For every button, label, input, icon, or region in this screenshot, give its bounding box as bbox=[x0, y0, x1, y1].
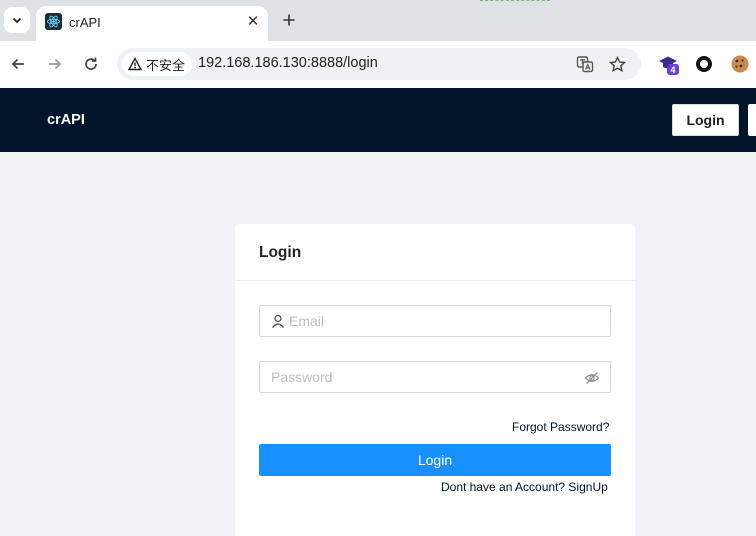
security-label: 不安全 bbox=[146, 57, 186, 73]
login-card: Login Forgot Password? Login Dont have a… bbox=[235, 224, 635, 536]
browser-tab[interactable]: crAPI ✕ bbox=[36, 6, 268, 41]
react-icon bbox=[45, 13, 62, 30]
login-submit-button[interactable]: Login bbox=[259, 444, 611, 476]
tab-search-button[interactable] bbox=[4, 7, 30, 33]
extension-ring-icon[interactable] bbox=[693, 53, 715, 75]
card-title: Login bbox=[259, 244, 302, 261]
warning-icon bbox=[128, 57, 142, 71]
user-icon bbox=[272, 314, 284, 328]
email-input[interactable] bbox=[289, 306, 604, 336]
tabstrip-decoration bbox=[480, 0, 550, 4]
navbar-signup-button[interactable] bbox=[748, 104, 756, 136]
address-bar[interactable]: 不安全 192.168.186.130:8888/login bbox=[117, 48, 641, 80]
email-field[interactable] bbox=[259, 305, 611, 337]
brand-logo[interactable]: crAPI bbox=[47, 112, 85, 128]
plus-icon bbox=[283, 14, 295, 26]
password-field[interactable] bbox=[259, 361, 611, 393]
arrow-right-icon bbox=[49, 58, 62, 70]
forgot-password-link[interactable]: Forgot Password? bbox=[512, 420, 609, 434]
bookmark-star-icon[interactable] bbox=[607, 54, 627, 74]
arrow-left-icon bbox=[11, 58, 24, 70]
tab-title: crAPI bbox=[69, 15, 101, 30]
extension-graduation-cap-icon[interactable]: 4 bbox=[658, 53, 680, 75]
signup-link[interactable]: Dont have an Account? SignUp bbox=[441, 480, 608, 494]
reload-button[interactable] bbox=[80, 53, 102, 75]
reload-icon bbox=[85, 57, 97, 70]
extension-cookie-icon[interactable] bbox=[729, 53, 751, 75]
password-input[interactable] bbox=[271, 362, 581, 392]
back-button[interactable] bbox=[7, 53, 29, 75]
forward-button[interactable] bbox=[44, 53, 66, 75]
navbar-login-button[interactable]: Login bbox=[672, 104, 739, 136]
url-text[interactable]: 192.168.186.130:8888/login bbox=[198, 55, 378, 71]
security-chip[interactable]: 不安全 bbox=[122, 52, 193, 76]
card-header: Login bbox=[235, 224, 635, 281]
app-navbar: crAPI Login bbox=[0, 88, 756, 152]
eye-invisible-icon[interactable] bbox=[584, 370, 600, 386]
extension-badge: 4 bbox=[670, 65, 675, 75]
translate-icon[interactable] bbox=[575, 54, 595, 74]
new-tab-button[interactable] bbox=[278, 9, 300, 31]
browser-tab-strip: crAPI ✕ bbox=[0, 0, 756, 41]
chevron-down-icon bbox=[12, 17, 22, 24]
browser-toolbar: 不安全 192.168.186.130:8888/login 4 bbox=[0, 41, 756, 88]
close-icon[interactable]: ✕ bbox=[243, 11, 263, 31]
